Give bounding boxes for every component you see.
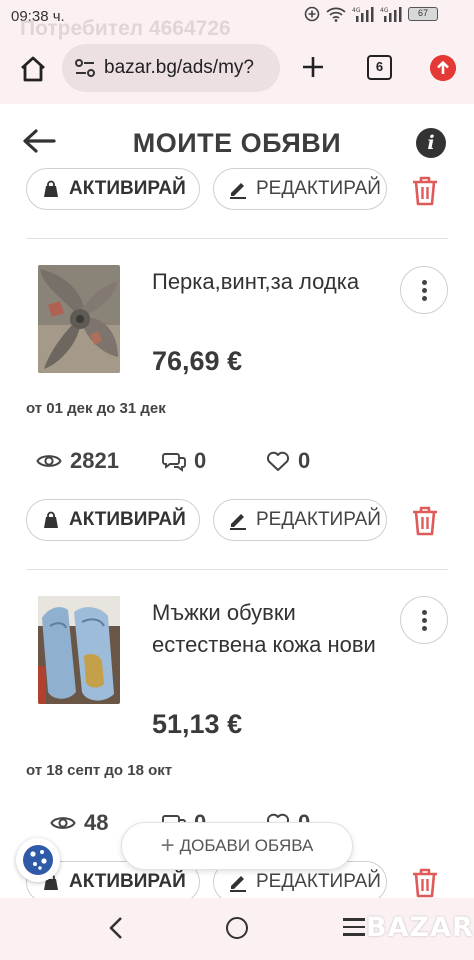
activate-label: АКТИВИРАЙ xyxy=(69,509,186,530)
page-title: МОИТЕ ОБЯВИ xyxy=(132,128,342,158)
activate-label: АКТИВИРАЙ xyxy=(69,871,186,892)
edit-button[interactable]: РЕДАКТИРАЙ xyxy=(213,499,387,541)
listing-price: 51,13 € xyxy=(152,709,243,739)
messages-stat: 0 xyxy=(162,448,206,474)
cookie-settings-icon[interactable] xyxy=(16,838,60,882)
system-nav-bar: BAZAR xyxy=(0,898,474,960)
signal-4g-icon-2: 4G xyxy=(380,7,402,22)
status-bar: 09:38 ч. Потребител 4664726 4G 4G 67 xyxy=(0,0,474,40)
nav-back-icon[interactable] xyxy=(108,916,124,940)
signal-4g-icon: 4G xyxy=(352,7,374,22)
edit-label: РЕДАКТИРАЙ xyxy=(256,509,381,530)
site-settings-icon[interactable] xyxy=(74,58,96,78)
listing-title[interactable]: Мъжки обувки естествена кожа нови xyxy=(152,597,382,661)
eye-icon xyxy=(50,817,76,829)
edit-label: РЕДАКТИРАЙ xyxy=(256,871,381,892)
trash-icon[interactable] xyxy=(410,505,440,537)
pencil-icon xyxy=(230,514,246,530)
views-count: 48 xyxy=(84,810,109,835)
favorites-count: 0 xyxy=(298,448,311,473)
views-stat: 48 xyxy=(50,810,108,836)
shopping-bag-icon xyxy=(44,180,58,197)
address-bar[interactable]: bazar.bg/ads/my? xyxy=(62,44,280,92)
heart-icon xyxy=(266,451,290,471)
url-text[interactable]: bazar.bg/ads/my? xyxy=(104,57,276,79)
views-count: 2821 xyxy=(70,448,119,473)
shoes-image xyxy=(38,596,120,704)
page-header: МОИТЕ ОБЯВИ i xyxy=(0,104,474,176)
listing-dates: от 18 септ до 18 окт xyxy=(26,762,173,779)
add-ad-button[interactable]: + ДОБАВИ ОБЯВА xyxy=(121,822,353,870)
views-stat: 2821 xyxy=(36,448,119,474)
edit-label: РЕДАКТИРАЙ xyxy=(256,178,381,199)
edit-button[interactable]: РЕДАКТИРАЙ xyxy=(213,168,387,210)
trash-icon[interactable] xyxy=(410,867,440,899)
status-icons: 4G 4G 67 xyxy=(304,6,438,22)
propeller-image xyxy=(38,265,120,373)
listing-thumbnail[interactable] xyxy=(38,596,120,704)
favorites-stat: 0 xyxy=(266,448,310,474)
activate-button[interactable]: АКТИВИРАЙ xyxy=(26,168,200,210)
activate-button[interactable]: АКТИВИРАЙ xyxy=(26,499,200,541)
trash-icon[interactable] xyxy=(410,175,440,207)
eye-icon xyxy=(36,455,62,467)
update-available-icon[interactable] xyxy=(430,55,456,81)
svg-text:4G: 4G xyxy=(352,7,361,14)
listing-title[interactable]: Перка,винт,за лодка xyxy=(152,266,382,298)
data-saver-icon xyxy=(304,6,320,22)
wifi-icon xyxy=(326,7,346,22)
svg-text:4G: 4G xyxy=(380,7,389,14)
plus-icon: + xyxy=(160,832,175,859)
divider xyxy=(26,569,448,570)
browser-chrome: 09:38 ч. Потребител 4664726 4G 4G 67 baz… xyxy=(0,0,474,104)
pencil-icon xyxy=(230,183,246,199)
nav-home-icon[interactable] xyxy=(226,917,248,939)
shopping-bag-icon xyxy=(44,511,58,528)
listing-thumbnail[interactable] xyxy=(38,265,120,373)
listing-dates: от 01 дек до 31 дек xyxy=(26,400,166,417)
pencil-icon xyxy=(230,876,246,892)
bazar-watermark: BAZAR xyxy=(366,912,474,943)
more-options-button[interactable] xyxy=(400,266,448,314)
new-tab-icon[interactable] xyxy=(298,52,328,82)
battery-icon: 67 xyxy=(408,7,438,21)
add-ad-label: ДОБАВИ ОБЯВА xyxy=(179,836,314,855)
activate-label: АКТИВИРАЙ xyxy=(69,178,186,199)
info-icon[interactable]: i xyxy=(416,128,446,158)
listing-price: 76,69 € xyxy=(152,346,243,376)
more-options-button[interactable] xyxy=(400,596,448,644)
divider xyxy=(26,238,448,239)
browser-toolbar: bazar.bg/ads/my? 6 xyxy=(0,42,474,96)
tab-switcher-button[interactable]: 6 xyxy=(367,55,392,80)
home-icon[interactable] xyxy=(18,54,48,84)
ghost-username: Потребител 4664726 xyxy=(20,17,231,40)
chat-bubbles-icon xyxy=(162,453,186,472)
nav-recents-icon[interactable] xyxy=(343,918,365,941)
messages-count: 0 xyxy=(194,448,207,473)
